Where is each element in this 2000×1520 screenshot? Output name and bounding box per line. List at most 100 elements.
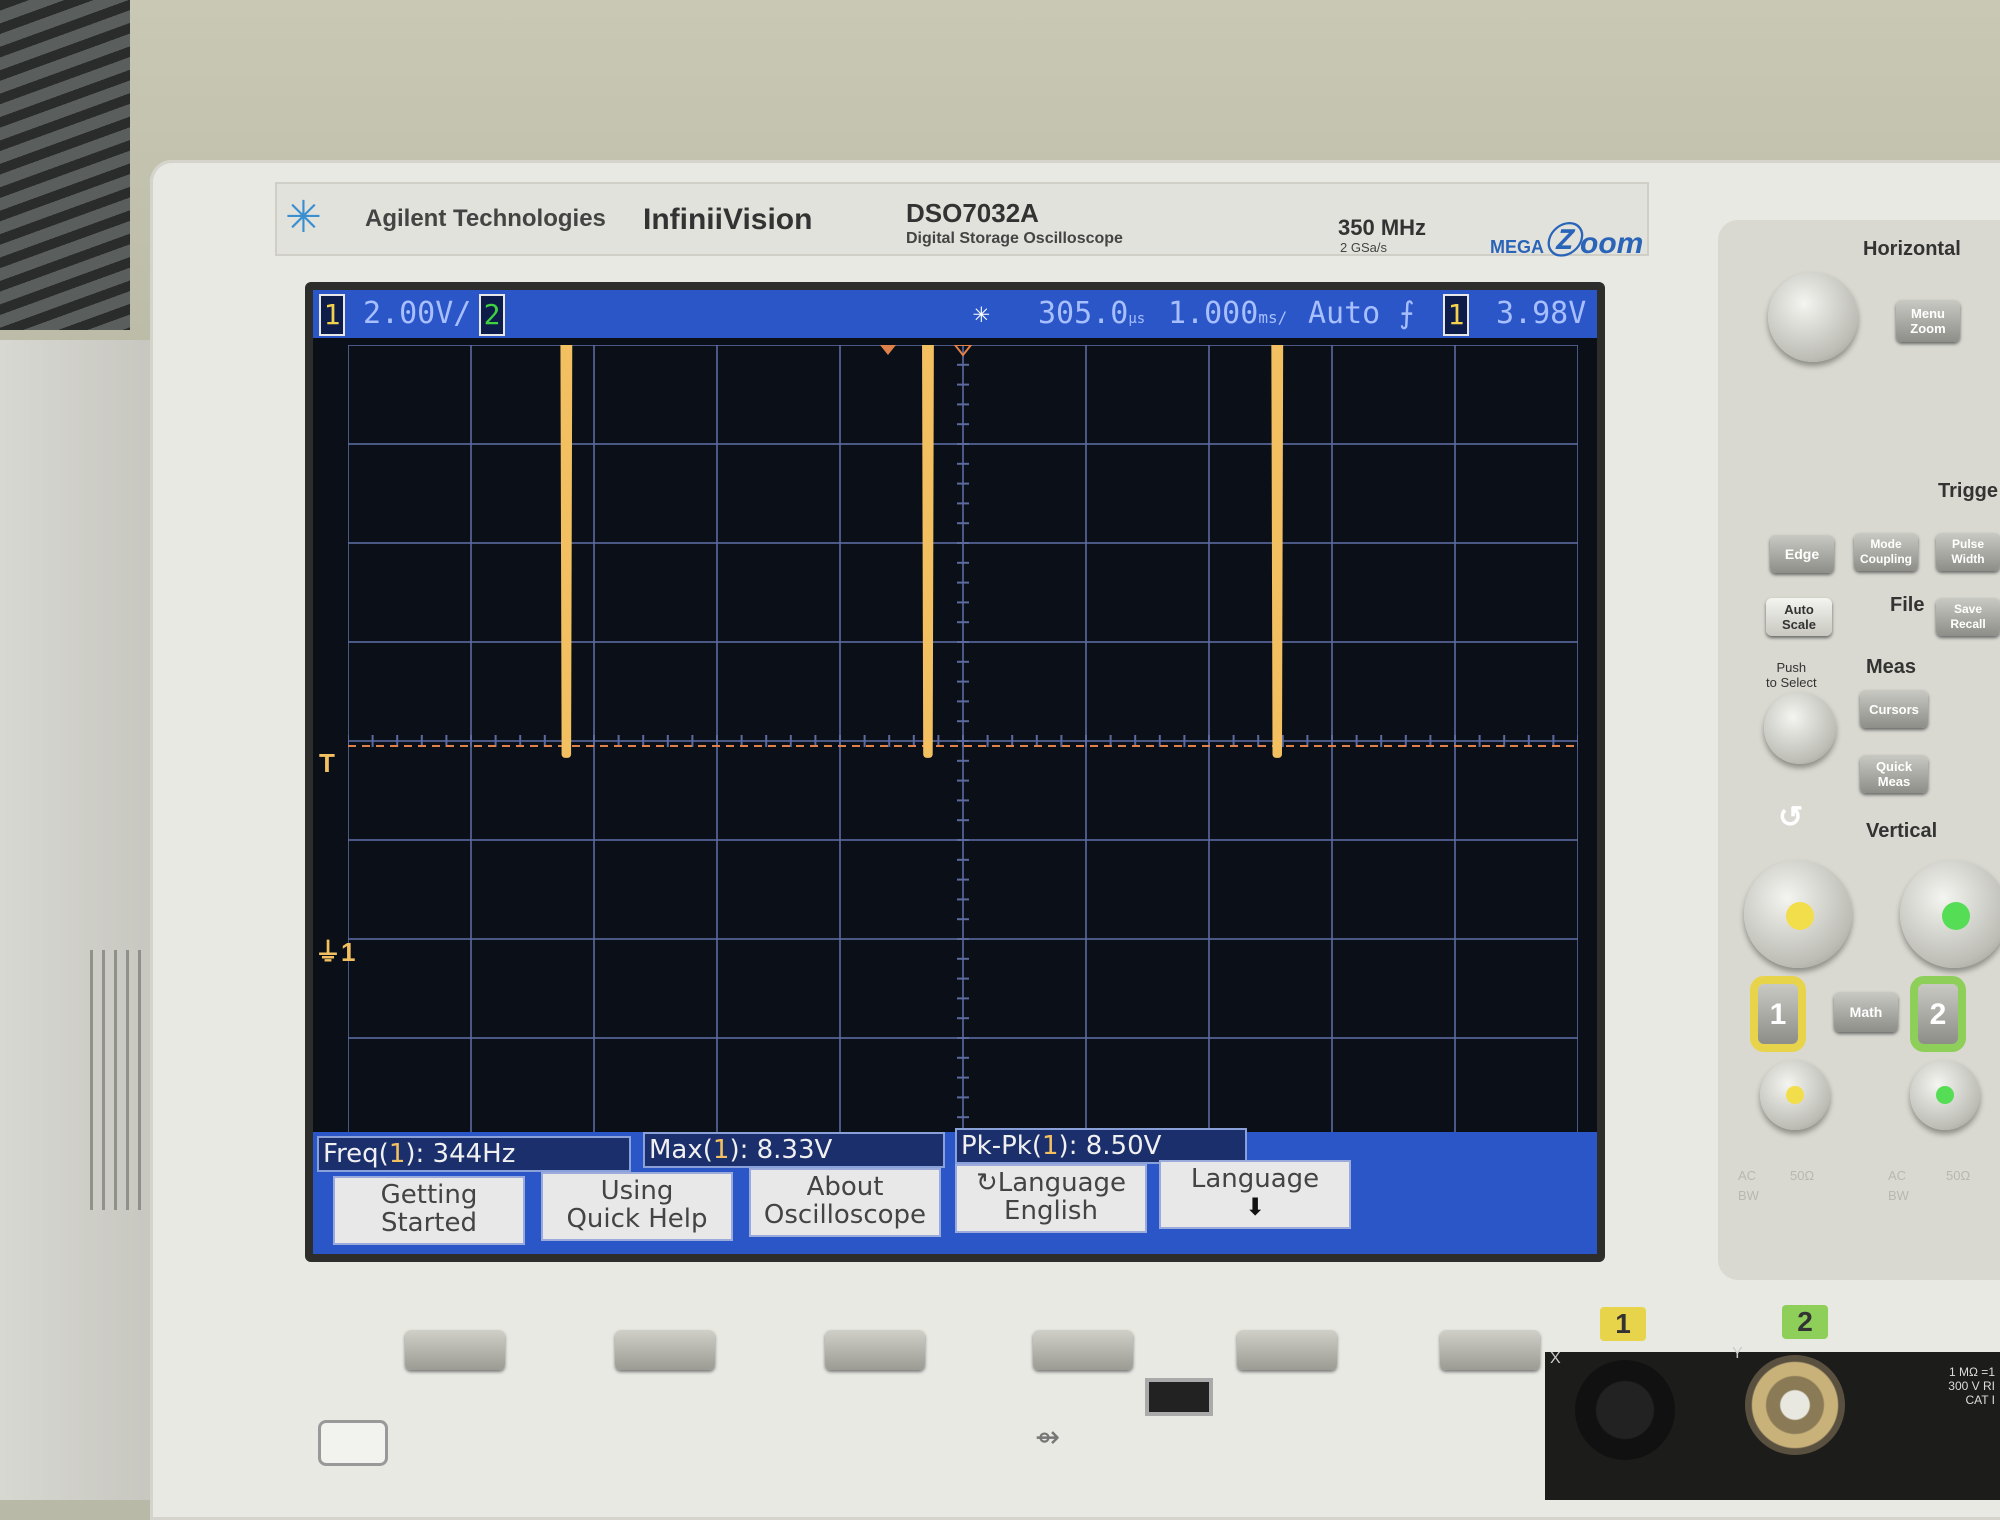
ch2-indicator[interactable]: 2: [479, 294, 505, 336]
brand-company: Agilent Technologies: [365, 205, 606, 232]
save-recall-button[interactable]: Save Recall: [1936, 598, 2000, 636]
meas-channel: 1: [388, 1139, 406, 1169]
measurement-max[interactable]: Max(1): 8.33V: [643, 1132, 945, 1168]
language-cycle-icon: ↻: [975, 1168, 998, 1198]
ch2-button[interactable]: 2: [1918, 984, 1958, 1044]
megazoom-prefix: MEGA: [1490, 237, 1544, 257]
softkey-line2: Oscilloscope: [763, 1200, 927, 1230]
trigger-level-marker: T: [319, 748, 335, 778]
softkey-button-4[interactable]: [1033, 1330, 1133, 1370]
timebase-unit: ms/: [1258, 308, 1288, 327]
meas-value: ): 344Hz: [405, 1139, 516, 1169]
ground-marker-label: 1: [341, 937, 356, 967]
meas-value: ): 8.33V: [729, 1135, 833, 1165]
megazoom-suffix: oom: [1580, 227, 1644, 260]
quick-meas-button[interactable]: Quick Meas: [1860, 755, 1928, 793]
ch2-bnc-connector[interactable]: [1745, 1355, 1845, 1455]
acquire-status-icon: ✳: [973, 296, 990, 329]
ch2-bw-label: BW: [1888, 1188, 1909, 1203]
auto-scale-button[interactable]: Auto Scale: [1766, 598, 1832, 636]
mode-coupling-button[interactable]: Mode Coupling: [1854, 533, 1918, 571]
softkey-button-3[interactable]: [825, 1330, 925, 1370]
x-label: X: [1550, 1350, 1561, 1367]
front-control-panel: Horizontal Menu Zoom Trigge Edge Mode Co…: [1718, 220, 2000, 1280]
softkey-button-1[interactable]: [405, 1330, 505, 1370]
edge-button[interactable]: Edge: [1770, 535, 1834, 573]
y-label: Y: [1732, 1345, 1743, 1362]
softkey-line1: Language: [1190, 1164, 1320, 1194]
softkey-menu: Freq(1): 344Hz Max(1): 8.33V Pk-Pk(1): 8…: [313, 1128, 1597, 1254]
softkey-line1: About: [806, 1172, 884, 1202]
meas-channel: 1: [712, 1135, 730, 1165]
pulse-width-button[interactable]: Pulse Width: [1936, 533, 2000, 571]
agilent-spark-icon: ✳: [285, 193, 322, 242]
ch2-scale-knob[interactable]: [1900, 860, 2000, 968]
softkey-language[interactable]: Language ⬇: [1159, 1160, 1351, 1229]
input-spec-label: 1 MΩ =1 300 V RI CAT I: [1948, 1365, 1995, 1407]
ch1-50ohm-label: 50Ω: [1790, 1168, 1815, 1183]
measurement-pkpk[interactable]: Pk-Pk(1): 8.50V: [955, 1128, 1247, 1164]
megazoom-z-icon: Ⓩ: [1544, 220, 1581, 261]
ch1-scale[interactable]: 2.00V/: [363, 296, 471, 331]
brand-bandwidth: 350 MHz: [1338, 215, 1427, 240]
brand-series: InfiniiVision: [643, 203, 813, 236]
usb-icon: ⇴: [1035, 1421, 1061, 1454]
ch2-position-knob[interactable]: [1910, 1060, 1980, 1130]
softkey-quick-help[interactable]: Using Quick Help: [541, 1172, 733, 1241]
trigger-source[interactable]: 1: [1443, 294, 1469, 336]
status-bar: 1 2.00V/ 2 ✳ 305.0µs 1.000ms/ Auto ⨍ 1 3…: [313, 290, 1597, 338]
softkey-about[interactable]: About Oscilloscope: [749, 1168, 941, 1237]
ch1-position-cap: [1786, 1086, 1804, 1104]
vent-grille: [0, 0, 130, 330]
softkey-line1: ↻Language: [957, 1169, 1145, 1197]
undo-icon: ↺: [1778, 801, 1804, 834]
delay-unit: µs: [1128, 311, 1146, 327]
scope-screen: 1 2.00V/ 2 ✳ 305.0µs 1.000ms/ Auto ⨍ 1 3…: [313, 290, 1597, 1254]
meas-label: Max(: [649, 1135, 713, 1165]
usb-port[interactable]: [1145, 1378, 1213, 1416]
measurement-freq[interactable]: Freq(1): 344Hz: [317, 1136, 631, 1172]
horizontal-scale-knob[interactable]: [1768, 272, 1858, 362]
softkey-line1: Using: [600, 1176, 674, 1206]
timebase[interactable]: 1.000ms/: [1168, 296, 1287, 331]
trigger-mode[interactable]: Auto: [1308, 296, 1380, 331]
trigger-level[interactable]: 3.98V: [1496, 296, 1586, 331]
softkey-line1-text: Language: [997, 1168, 1127, 1198]
rising-edge-icon: ⨍: [1399, 296, 1415, 331]
ch1-position-knob[interactable]: [1760, 1060, 1830, 1130]
horizontal-section-label: Horizontal: [1863, 238, 1961, 260]
delay-value: 305.0: [1038, 296, 1129, 331]
softkey-line2: Quick Help: [566, 1204, 708, 1234]
cursors-button[interactable]: Cursors: [1860, 690, 1928, 728]
ch2-position-cap: [1936, 1086, 1954, 1104]
trigger-section-label: Trigge: [1938, 480, 1999, 502]
softkey-line2: English: [1004, 1196, 1098, 1226]
brand-sample-rate: 2 GSa/s: [1340, 240, 1387, 255]
ch1-button[interactable]: 1: [1758, 984, 1798, 1044]
horizontal-delay[interactable]: 305.0µs: [1038, 296, 1145, 331]
ch1-input-label: 1: [1600, 1307, 1646, 1341]
megazoom-logo: MEGAⓏoom: [1490, 212, 1643, 264]
vertical-section-label: Vertical: [1866, 820, 1938, 842]
meas-label: Freq(: [323, 1139, 389, 1169]
ch1-probe-connector[interactable]: [1575, 1360, 1675, 1460]
power-button[interactable]: [318, 1420, 388, 1466]
meas-section-label: Meas: [1866, 656, 1917, 678]
entry-knob[interactable]: [1764, 692, 1836, 764]
softkey-line1: Getting: [380, 1180, 478, 1210]
softkey-button-6[interactable]: [1440, 1330, 1540, 1370]
ch2-knob-cap: [1942, 902, 1970, 930]
softkey-button-2[interactable]: [615, 1330, 715, 1370]
push-to-select-label: Push to Select: [1766, 660, 1817, 690]
softkey-language-english[interactable]: ↻Language English: [955, 1164, 1147, 1233]
brand-description: Digital Storage Oscilloscope: [906, 230, 1123, 247]
brand-model: DSO7032A: [906, 198, 1039, 228]
softkey-button-5[interactable]: [1237, 1330, 1337, 1370]
ch1-indicator[interactable]: 1: [319, 294, 345, 336]
menu-zoom-button[interactable]: Menu Zoom: [1896, 300, 1960, 342]
math-button[interactable]: Math: [1834, 992, 1898, 1032]
softkey-line2: Started: [380, 1208, 477, 1238]
softkey-getting-started[interactable]: Getting Started: [333, 1176, 525, 1245]
ch1-scale-knob[interactable]: [1744, 860, 1852, 968]
ch2-50ohm-label: 50Ω: [1946, 1168, 1971, 1183]
